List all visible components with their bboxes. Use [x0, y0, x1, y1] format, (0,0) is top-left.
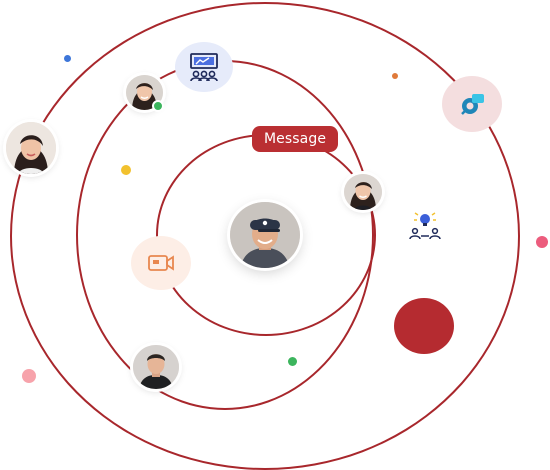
user-avatar-icon	[230, 202, 300, 268]
presentation-bubble[interactable]	[175, 42, 233, 92]
presentation-board-icon	[190, 53, 218, 82]
online-status-indicator	[152, 100, 164, 112]
user-avatar-icon	[6, 122, 56, 174]
woman-avatar-left[interactable]	[6, 122, 56, 174]
big-red-circle	[394, 298, 454, 354]
light-pink-dot	[22, 369, 36, 383]
woman-avatar-right[interactable]	[344, 174, 382, 210]
yellow-dot	[121, 165, 131, 175]
brand-logo-icon	[461, 94, 484, 115]
pink-dot	[536, 236, 548, 248]
user-avatar-icon	[344, 174, 382, 210]
man-avatar-bottom[interactable]	[133, 345, 179, 389]
user-avatar-icon	[133, 345, 179, 389]
video-camera-icon	[148, 255, 174, 271]
video-bubble[interactable]	[131, 236, 191, 290]
green-dot	[288, 357, 297, 366]
message-badge[interactable]: Message	[252, 126, 339, 152]
blue-dot	[64, 55, 71, 62]
idea-icon-group[interactable]	[405, 208, 445, 244]
center-user-avatar[interactable]	[230, 202, 300, 268]
brand-bubble[interactable]	[442, 76, 502, 132]
lightbulb-idea-icon	[409, 212, 441, 240]
orbit-illustration: Message	[0, 0, 550, 470]
orange-dot	[392, 73, 398, 79]
